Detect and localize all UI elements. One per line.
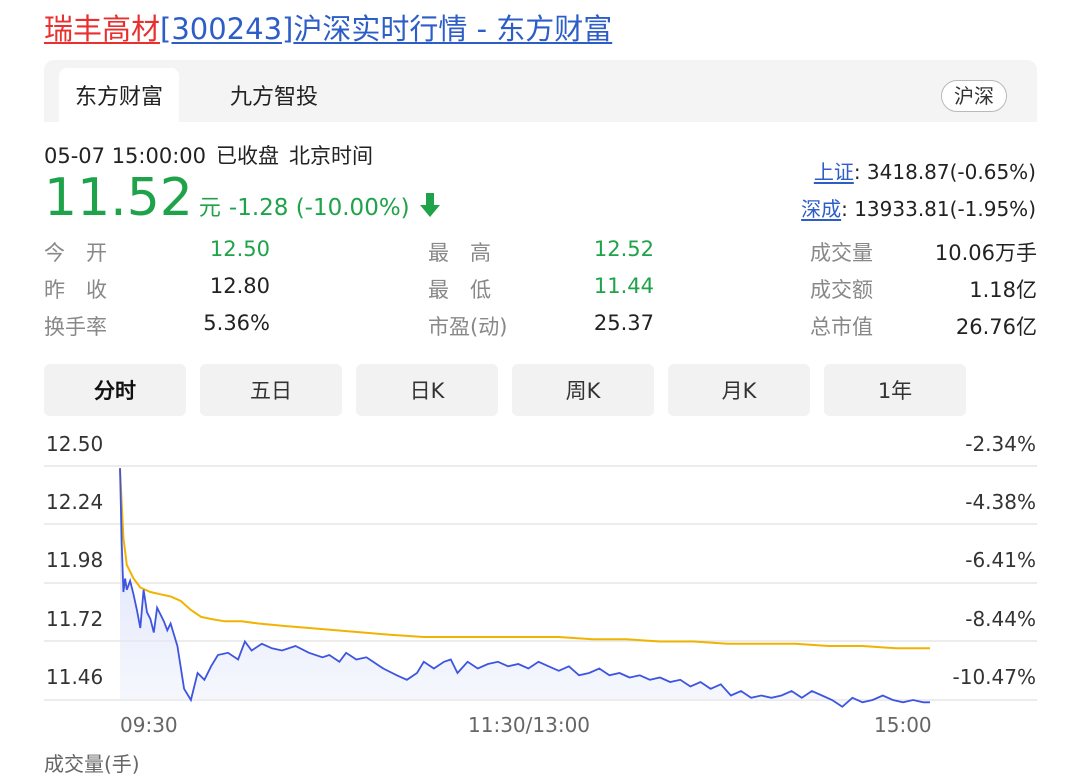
volume-section-label: 成交量(手) [44,752,140,776]
average-price-line [119,468,930,650]
x-tick-close: 15:00 [874,713,932,737]
x-tick-open: 09:30 [120,713,178,737]
price-area-fill [120,468,930,707]
intraday-chart[interactable] [0,0,1080,759]
x-tick-midday: 11:30/13:00 [468,713,591,737]
